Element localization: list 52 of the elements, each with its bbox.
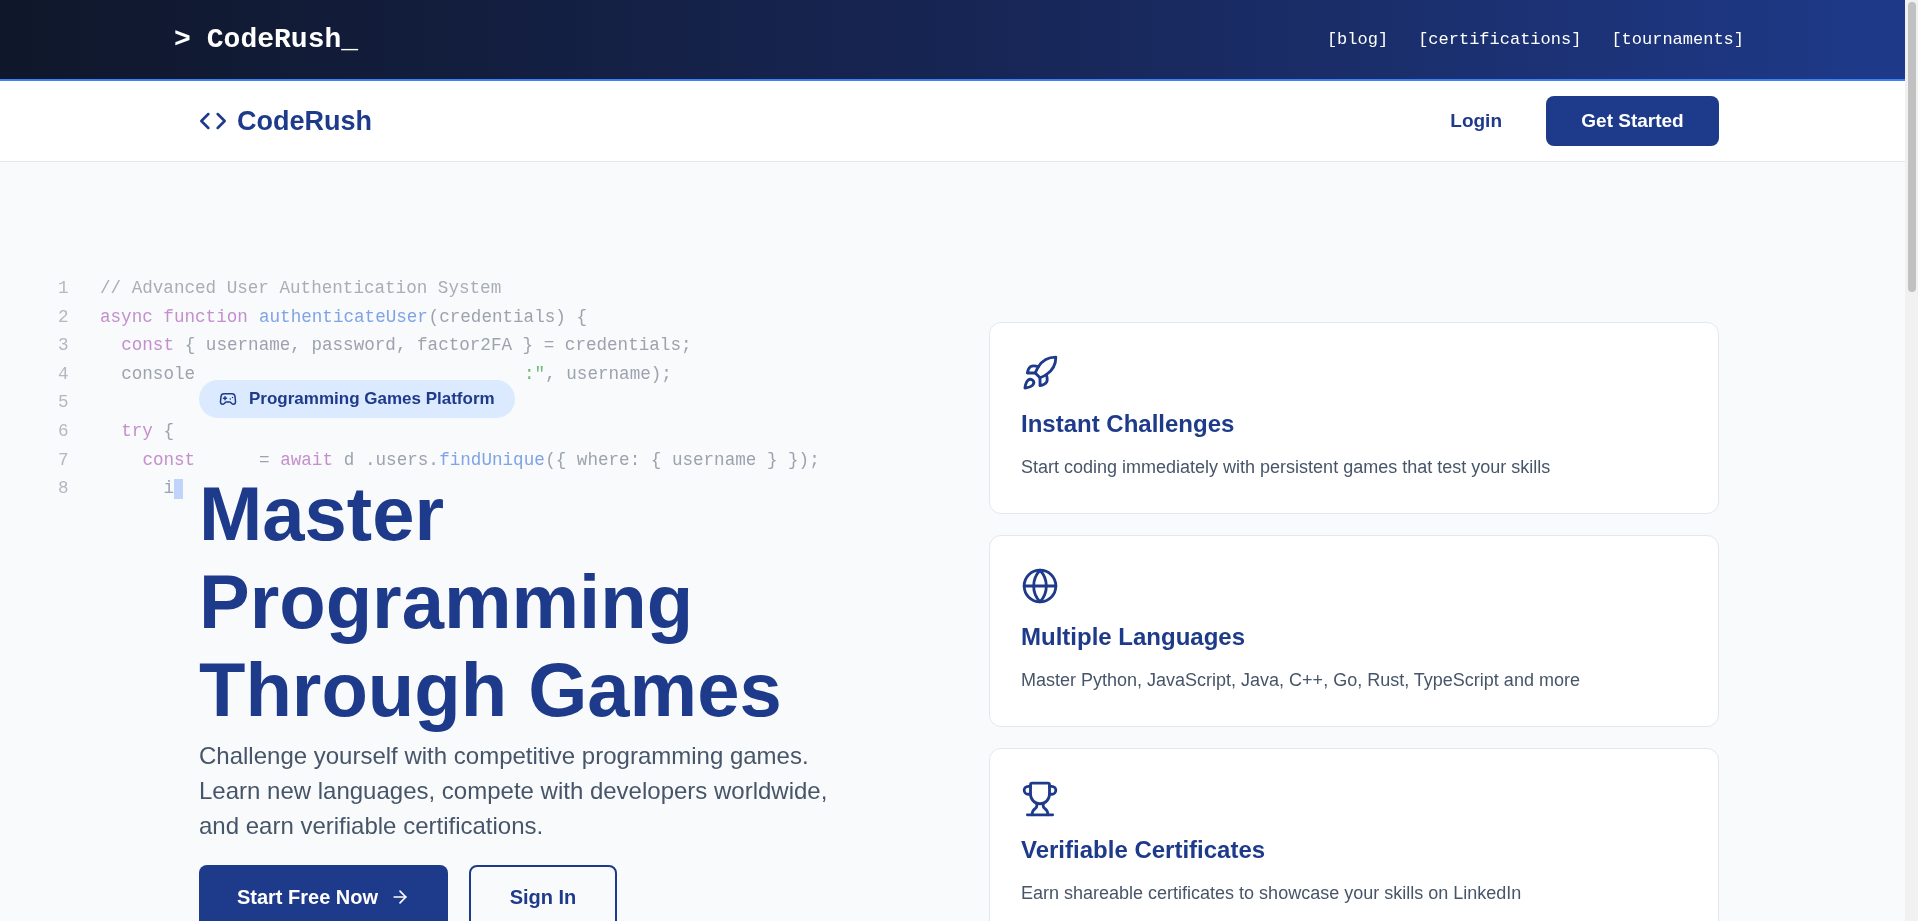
text-cursor [174,479,184,500]
line-number: 5 [58,391,70,415]
code-text: console [121,362,196,386]
logo[interactable]: CodeRush_ [206,18,359,61]
feature-title: Multiple Languages [1021,622,1245,652]
code-text: = [259,448,271,472]
code-text: authenticateUser [259,305,428,329]
line-number: 7 [58,448,70,472]
code-text: async function [100,305,249,329]
feature-description: Earn shareable certificates to showcase your skills on LinkedIn [1021,882,1522,905]
code-text: { username, password, factor2FA } = credentials; [183,334,692,358]
gamepad-icon [219,390,237,408]
code-text: .users. [365,448,439,472]
feature-description: Master Python, JavaScript, Java, C++, Go, Rust, TypeScript and more [1021,669,1580,692]
code-text: await [280,448,333,472]
line-number: 8 [58,477,70,501]
code-text: { [162,419,175,443]
trophy-icon [1021,780,1059,818]
prompt-symbol: > [174,22,191,57]
code-text: const [142,448,196,472]
login-link[interactable]: Login [1450,106,1502,136]
rocket-icon [1021,354,1059,392]
line-number: 2 [58,305,70,329]
globe-icon [1021,567,1059,605]
line-number: 6 [58,419,70,443]
badge-text: Programming Games Platform [249,388,495,411]
line-number: 3 [58,334,70,358]
line-number: 1 [58,277,70,300]
get-started-button[interactable]: Get Started [1546,96,1719,146]
code-text: ({ where: { username } }); [545,448,820,472]
code-text: , username); [545,362,672,386]
code-text: i [163,477,175,501]
brand-name[interactable]: CodeRush [237,100,372,142]
feature-description: Start coding immediately with persistent games that test your skills [1021,456,1551,479]
code-text: d [342,448,355,472]
code-text: // Advanced User Authentication System [100,277,502,300]
hero-description: Challenge yourself with competitive programming games. Learn new languages, compete with developers worldwide, and earn verifiable certifications. [199,741,829,841]
nav-link[interactable]: [blog] [1326,26,1389,53]
hero-title: Master [199,476,444,552]
feature-title: Verifiable Certificates [1021,835,1266,865]
code-text: (credentials) { [428,305,587,329]
sign-in-button[interactable]: Sign In [469,865,617,921]
start-button[interactable]: Start Free Now [199,865,448,921]
code-text: try [121,419,153,443]
code-text: :" [524,362,546,386]
nav-link[interactable]: [certifications] [1418,26,1582,53]
code-text: findUnique [439,448,545,472]
nav-link[interactable]: [tournaments] [1611,26,1744,53]
code-text: const [121,334,174,358]
scrollbar[interactable] [1905,0,1918,921]
feature-title: Instant Challenges [1021,409,1235,439]
line-number: 4 [58,362,70,386]
